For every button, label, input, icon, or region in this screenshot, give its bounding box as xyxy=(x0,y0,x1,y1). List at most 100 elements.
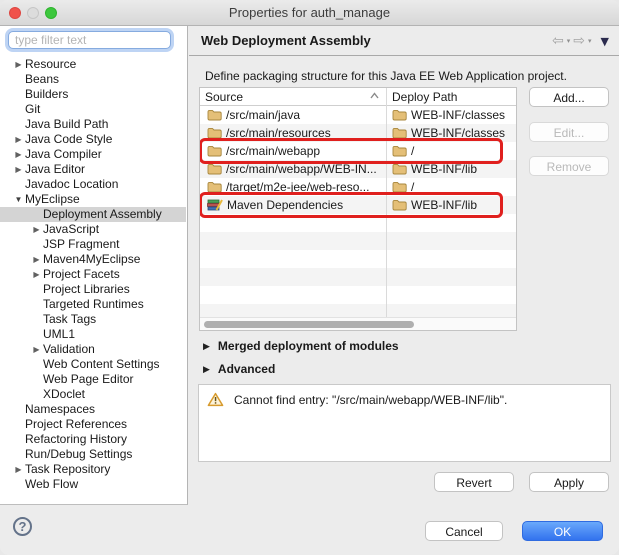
chevron-right-icon[interactable]: ▶ xyxy=(12,147,25,162)
sidebar-item-java-build-path[interactable]: Java Build Path xyxy=(0,117,186,132)
sidebar-item-refactoring-history[interactable]: Refactoring History xyxy=(0,432,186,447)
deploy-path: WEB-INF/lib xyxy=(411,162,477,176)
folder-icon xyxy=(207,127,222,139)
sidebar-item-label: Web Page Editor xyxy=(43,372,134,387)
forward-arrow-icon[interactable]: ⇨ xyxy=(573,34,585,48)
table-row[interactable]: /src/main/webapp/ xyxy=(200,142,516,160)
sidebar-item-myeclipse[interactable]: ▼MyEclipse xyxy=(0,192,186,207)
sidebar-item-project-references[interactable]: Project References xyxy=(0,417,186,432)
deploy-path-cell[interactable]: / xyxy=(386,178,516,196)
sidebar-item-deployment-assembly[interactable]: Deployment Assembly xyxy=(0,207,186,222)
filter-input[interactable] xyxy=(8,31,171,49)
deploy-path-cell[interactable]: / xyxy=(386,142,516,160)
section-advanced[interactable]: ▶ Advanced xyxy=(203,362,275,376)
chevron-right-icon[interactable]: ▶ xyxy=(12,162,25,177)
source-cell[interactable]: /src/main/webapp xyxy=(200,142,386,160)
table-empty-row xyxy=(200,214,516,232)
source-cell[interactable]: /target/m2e-jee/web-reso... xyxy=(200,178,386,196)
back-arrow-icon[interactable]: ⇦ xyxy=(552,34,564,48)
revert-button[interactable]: Revert xyxy=(434,472,514,492)
sidebar-item-task-repository[interactable]: ▶Task Repository xyxy=(0,462,186,477)
sidebar-item-beans[interactable]: Beans xyxy=(0,72,186,87)
ok-button[interactable]: OK xyxy=(522,521,603,541)
sidebar-item-label: Namespaces xyxy=(25,402,95,417)
sidebar-item-label: Java Build Path xyxy=(25,117,108,132)
table-row[interactable]: /src/main/webapp/WEB-IN... WEB-INF/lib xyxy=(200,160,516,178)
sidebar-item-run-debug-settings[interactable]: Run/Debug Settings xyxy=(0,447,186,462)
help-icon[interactable]: ? xyxy=(13,517,32,536)
sidebar-item-git[interactable]: Git xyxy=(0,102,186,117)
sidebar-item-java-compiler[interactable]: ▶Java Compiler xyxy=(0,147,186,162)
column-header-deploy-path[interactable]: Deploy Path xyxy=(392,90,457,104)
cancel-button[interactable]: Cancel xyxy=(425,521,503,541)
sidebar-item-project-libraries[interactable]: Project Libraries xyxy=(0,282,186,297)
source-path: /src/main/java xyxy=(226,108,300,122)
source-path: /target/m2e-jee/web-reso... xyxy=(226,180,369,194)
table-header[interactable]: Source Deploy Path xyxy=(200,88,516,106)
table-row[interactable]: /src/main/resources WEB-INF/classes xyxy=(200,124,516,142)
deploy-path: WEB-INF/classes xyxy=(411,126,505,140)
sidebar-item-jsp-fragment[interactable]: JSP Fragment xyxy=(0,237,186,252)
chevron-right-icon[interactable]: ▶ xyxy=(30,222,43,237)
sidebar-item-java-editor[interactable]: ▶Java Editor xyxy=(0,162,186,177)
folder-icon xyxy=(207,181,222,193)
sidebar-item-namespaces[interactable]: Namespaces xyxy=(0,402,186,417)
sidebar-item-web-page-editor[interactable]: Web Page Editor xyxy=(0,372,186,387)
sidebar-item-task-tags[interactable]: Task Tags xyxy=(0,312,186,327)
table-empty-row xyxy=(200,286,516,304)
sidebar-item-javadoc-location[interactable]: Javadoc Location xyxy=(0,177,186,192)
table-row[interactable]: Maven Dependencies WEB-INF/lib xyxy=(200,196,516,214)
table-row[interactable]: /target/m2e-jee/web-reso... / xyxy=(200,178,516,196)
sidebar-item-xdoclet[interactable]: XDoclet xyxy=(0,387,186,402)
chevron-right-icon[interactable]: ▶ xyxy=(30,252,43,267)
source-cell[interactable]: Maven Dependencies xyxy=(200,196,386,214)
source-path: Maven Dependencies xyxy=(227,198,343,212)
chevron-right-icon[interactable]: ▶ xyxy=(30,342,43,357)
deploy-path-cell[interactable]: WEB-INF/classes xyxy=(386,106,516,124)
sidebar-item-targeted-runtimes[interactable]: Targeted Runtimes xyxy=(0,297,186,312)
horizontal-scrollbar[interactable] xyxy=(200,317,516,330)
sidebar-item-resource[interactable]: ▶Resource xyxy=(0,57,186,72)
assembly-table[interactable]: Source Deploy Path /src/main/java WEB-INF… xyxy=(199,87,517,331)
apply-button[interactable]: Apply xyxy=(529,472,609,492)
back-dropdown-icon[interactable]: ▾ xyxy=(567,37,571,45)
table-rows: /src/main/java WEB-INF/classes/src/main/r… xyxy=(200,106,516,317)
scrollbar-thumb[interactable] xyxy=(204,321,414,328)
source-cell[interactable]: /src/main/webapp/WEB-IN... xyxy=(200,160,386,178)
sidebar-item-web-content-settings[interactable]: Web Content Settings xyxy=(0,357,186,372)
remove-button[interactable]: Remove xyxy=(529,156,609,176)
add-button[interactable]: Add... xyxy=(529,87,609,107)
chevron-down-icon[interactable]: ▼ xyxy=(12,192,25,207)
table-row[interactable]: /src/main/java WEB-INF/classes xyxy=(200,106,516,124)
description-text: Define packaging structure for this Java… xyxy=(205,69,567,83)
sidebar-item-java-code-style[interactable]: ▶Java Code Style xyxy=(0,132,186,147)
sidebar-item-label: Resource xyxy=(25,57,76,72)
source-path: /src/main/webapp/WEB-IN... xyxy=(226,162,377,176)
source-cell[interactable]: /src/main/java xyxy=(200,106,386,124)
deploy-path: WEB-INF/lib xyxy=(411,198,477,212)
chevron-right-icon[interactable]: ▶ xyxy=(12,57,25,72)
table-empty-row xyxy=(200,232,516,250)
sidebar-item-uml1[interactable]: UML1 xyxy=(0,327,186,342)
edit-button[interactable]: Edit... xyxy=(529,122,609,142)
deploy-path-cell[interactable]: WEB-INF/lib xyxy=(386,196,516,214)
chevron-right-icon[interactable]: ▶ xyxy=(203,364,210,375)
sidebar-item-maven4myeclipse[interactable]: ▶Maven4MyEclipse xyxy=(0,252,186,267)
chevron-right-icon[interactable]: ▶ xyxy=(203,341,210,352)
column-header-source[interactable]: Source xyxy=(205,90,243,104)
view-menu-icon[interactable]: ▼ xyxy=(601,35,609,48)
chevron-right-icon[interactable]: ▶ xyxy=(30,267,43,282)
sidebar-item-javascript[interactable]: ▶JavaScript xyxy=(0,222,186,237)
sidebar-item-project-facets[interactable]: ▶Project Facets xyxy=(0,267,186,282)
chevron-right-icon[interactable]: ▶ xyxy=(12,462,25,477)
sidebar-item-builders[interactable]: Builders xyxy=(0,87,186,102)
chevron-right-icon[interactable]: ▶ xyxy=(12,132,25,147)
deploy-path-cell[interactable]: WEB-INF/classes xyxy=(386,124,516,142)
section-merged-deployment[interactable]: ▶ Merged deployment of modules xyxy=(203,339,399,353)
sidebar-item-web-flow[interactable]: Web Flow xyxy=(0,477,186,492)
source-cell[interactable]: /src/main/resources xyxy=(200,124,386,142)
sidebar-item-validation[interactable]: ▶Validation xyxy=(0,342,186,357)
folder-icon xyxy=(392,163,407,175)
forward-dropdown-icon[interactable]: ▾ xyxy=(588,37,592,45)
deploy-path-cell[interactable]: WEB-INF/lib xyxy=(386,160,516,178)
